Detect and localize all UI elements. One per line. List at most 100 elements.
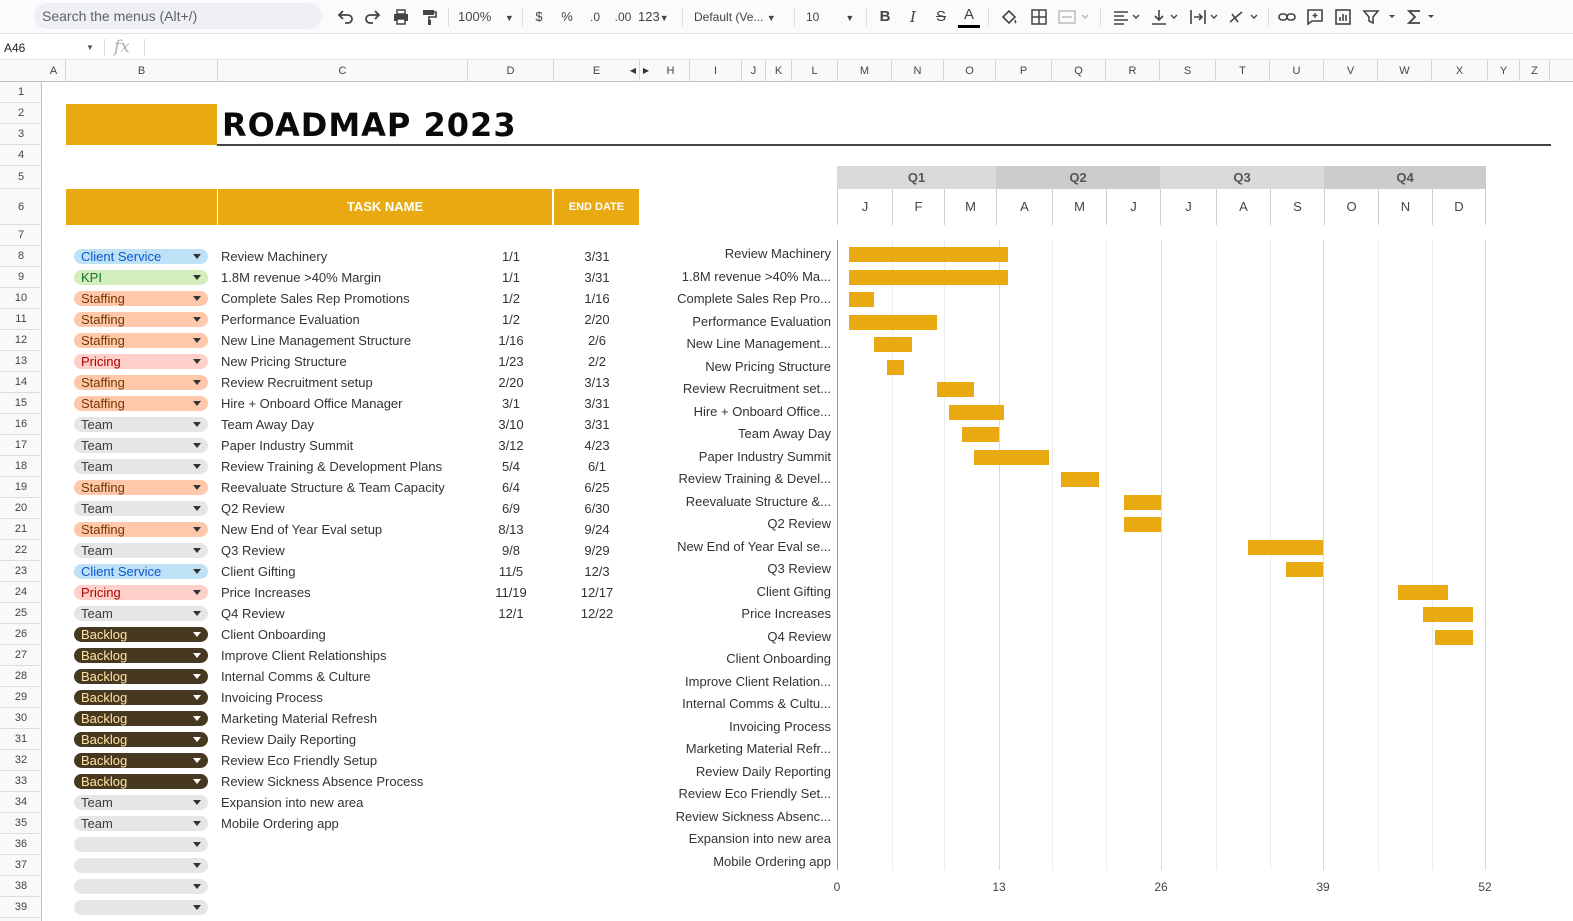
row-header-20[interactable]: 20	[0, 498, 42, 519]
column-header-p[interactable]: P	[996, 60, 1052, 82]
start-date-cell[interactable]: 3/12	[468, 438, 554, 453]
start-date-cell[interactable]: 12/1	[468, 606, 554, 621]
end-date-cell[interactable]: 12/17	[554, 585, 640, 600]
task-name-cell[interactable]: Review Daily Reporting	[221, 732, 356, 747]
gantt-bar[interactable]	[849, 292, 875, 307]
end-date-cell[interactable]: 3/31	[554, 417, 640, 432]
row-header-23[interactable]: 23	[0, 561, 42, 582]
gantt-bar[interactable]	[1248, 539, 1323, 555]
row-header-8[interactable]: 8	[0, 246, 42, 267]
category-dropdown[interactable]: Team	[74, 459, 208, 474]
column-header-r[interactable]: R	[1106, 60, 1160, 82]
category-dropdown[interactable]	[74, 858, 208, 873]
end-date-cell[interactable]: 2/20	[554, 312, 640, 327]
gantt-bar[interactable]	[1422, 607, 1473, 622]
task-name-cell[interactable]: Review Machinery	[221, 249, 327, 264]
gantt-bar[interactable]	[936, 382, 975, 397]
redo-icon[interactable]	[362, 6, 384, 28]
row-header-19[interactable]: 19	[0, 477, 42, 498]
end-date-cell[interactable]: 2/6	[554, 333, 640, 348]
task-name-cell[interactable]: Paper Industry Summit	[221, 438, 353, 453]
gantt-bar[interactable]	[874, 337, 912, 352]
row-header-34[interactable]: 34	[0, 792, 42, 813]
end-date-cell[interactable]: 3/31	[554, 396, 640, 411]
task-name-cell[interactable]: Mobile Ordering app	[221, 816, 339, 831]
start-date-cell[interactable]: 3/1	[468, 396, 554, 411]
column-header-m[interactable]: M	[838, 60, 892, 82]
column-header-j[interactable]: J	[742, 60, 766, 82]
task-name-cell[interactable]: Expansion into new area	[221, 795, 363, 810]
start-date-cell[interactable]: 6/4	[468, 480, 554, 495]
category-dropdown[interactable]: Client Service	[74, 564, 208, 579]
end-date-cell[interactable]: 1/16	[554, 291, 640, 306]
gantt-bar[interactable]	[849, 247, 1008, 262]
task-name-cell[interactable]: Review Training & Development Plans	[221, 459, 442, 474]
end-date-cell[interactable]: 6/25	[554, 480, 640, 495]
category-dropdown[interactable]: Staffing	[74, 480, 208, 495]
category-dropdown[interactable]: Staffing	[74, 375, 208, 390]
category-dropdown[interactable]: Staffing	[74, 396, 208, 411]
row-header-32[interactable]: 32	[0, 750, 42, 771]
hidden-columns-right-arrow-icon[interactable]: ▶	[640, 60, 652, 82]
gantt-bar[interactable]	[1435, 629, 1473, 645]
column-header-v[interactable]: V	[1324, 60, 1378, 82]
task-name-cell[interactable]: Complete Sales Rep Promotions	[221, 291, 410, 306]
start-date-cell[interactable]: 9/8	[468, 543, 554, 558]
row-header-27[interactable]: 27	[0, 645, 42, 666]
row-header-2[interactable]: 2	[0, 103, 42, 124]
row-header-18[interactable]: 18	[0, 456, 42, 477]
category-dropdown[interactable]: Staffing	[74, 312, 208, 327]
task-name-cell[interactable]: Marketing Material Refresh	[221, 711, 377, 726]
fill-color-icon[interactable]	[998, 6, 1020, 28]
vertical-align-icon[interactable]	[1148, 6, 1180, 28]
start-date-cell[interactable]: 1/23	[468, 354, 554, 369]
row-header-16[interactable]: 16	[0, 414, 42, 435]
zoom-select[interactable]: 100% ▼	[458, 6, 518, 28]
category-dropdown[interactable]: Pricing	[74, 585, 208, 600]
category-dropdown[interactable]	[74, 879, 208, 894]
task-name-cell[interactable]: Client Gifting	[221, 564, 295, 579]
row-header-24[interactable]: 24	[0, 582, 42, 603]
insert-link-icon[interactable]	[1276, 6, 1298, 28]
row-header-30[interactable]: 30	[0, 708, 42, 729]
menu-search-input[interactable]: Search the menus (Alt+/)	[34, 3, 322, 29]
task-name-cell[interactable]: 1.8M revenue >40% Margin	[221, 270, 381, 285]
column-header-h[interactable]: H	[652, 60, 690, 82]
task-name-cell[interactable]: New Pricing Structure	[221, 354, 347, 369]
category-dropdown[interactable]: Staffing	[74, 522, 208, 537]
increase-decimal-button[interactable]: .00	[612, 6, 634, 28]
sheet-grid[interactable]: ROADMAP 2023 TASK NAME END DATE Q1 Q2 Q3 Q4…	[42, 82, 1573, 921]
category-dropdown[interactable]: Staffing	[74, 291, 208, 306]
gantt-bar[interactable]	[974, 449, 1049, 465]
row-header-1[interactable]: 1	[0, 82, 42, 103]
functions-icon[interactable]	[1404, 6, 1440, 28]
start-date-cell[interactable]: 11/19	[468, 585, 554, 600]
category-dropdown[interactable]: Staffing	[74, 333, 208, 348]
column-header-a[interactable]: A	[42, 60, 66, 82]
gantt-bar[interactable]	[961, 427, 999, 442]
undo-icon[interactable]	[334, 6, 356, 28]
start-date-cell[interactable]: 6/9	[468, 501, 554, 516]
column-header-l[interactable]: L	[792, 60, 838, 82]
column-header-z[interactable]: Z	[1520, 60, 1550, 82]
row-header-25[interactable]: 25	[0, 603, 42, 624]
gantt-bar[interactable]	[1061, 472, 1099, 487]
row-header-15[interactable]: 15	[0, 393, 42, 414]
column-header-t[interactable]: T	[1216, 60, 1270, 82]
gantt-bar[interactable]	[1123, 494, 1161, 510]
start-date-cell[interactable]: 1/16	[468, 333, 554, 348]
row-header-17[interactable]: 17	[0, 435, 42, 456]
task-name-cell[interactable]: Improve Client Relationships	[221, 648, 386, 663]
row-header-7[interactable]: 7	[0, 225, 42, 246]
insert-chart-icon[interactable]	[1332, 6, 1354, 28]
column-header-i[interactable]: I	[690, 60, 742, 82]
start-date-cell[interactable]: 2/20	[468, 375, 554, 390]
category-dropdown[interactable]: Team	[74, 795, 208, 810]
row-header-35[interactable]: 35	[0, 813, 42, 834]
hidden-columns-left-arrow-icon[interactable]: ◀	[626, 60, 640, 82]
column-header-s[interactable]: S	[1160, 60, 1216, 82]
row-header-29[interactable]: 29	[0, 687, 42, 708]
row-header-38[interactable]: 38	[0, 876, 42, 897]
font-size-select[interactable]: 10 ▼	[806, 6, 860, 28]
task-name-cell[interactable]: Review Recruitment setup	[221, 375, 373, 390]
